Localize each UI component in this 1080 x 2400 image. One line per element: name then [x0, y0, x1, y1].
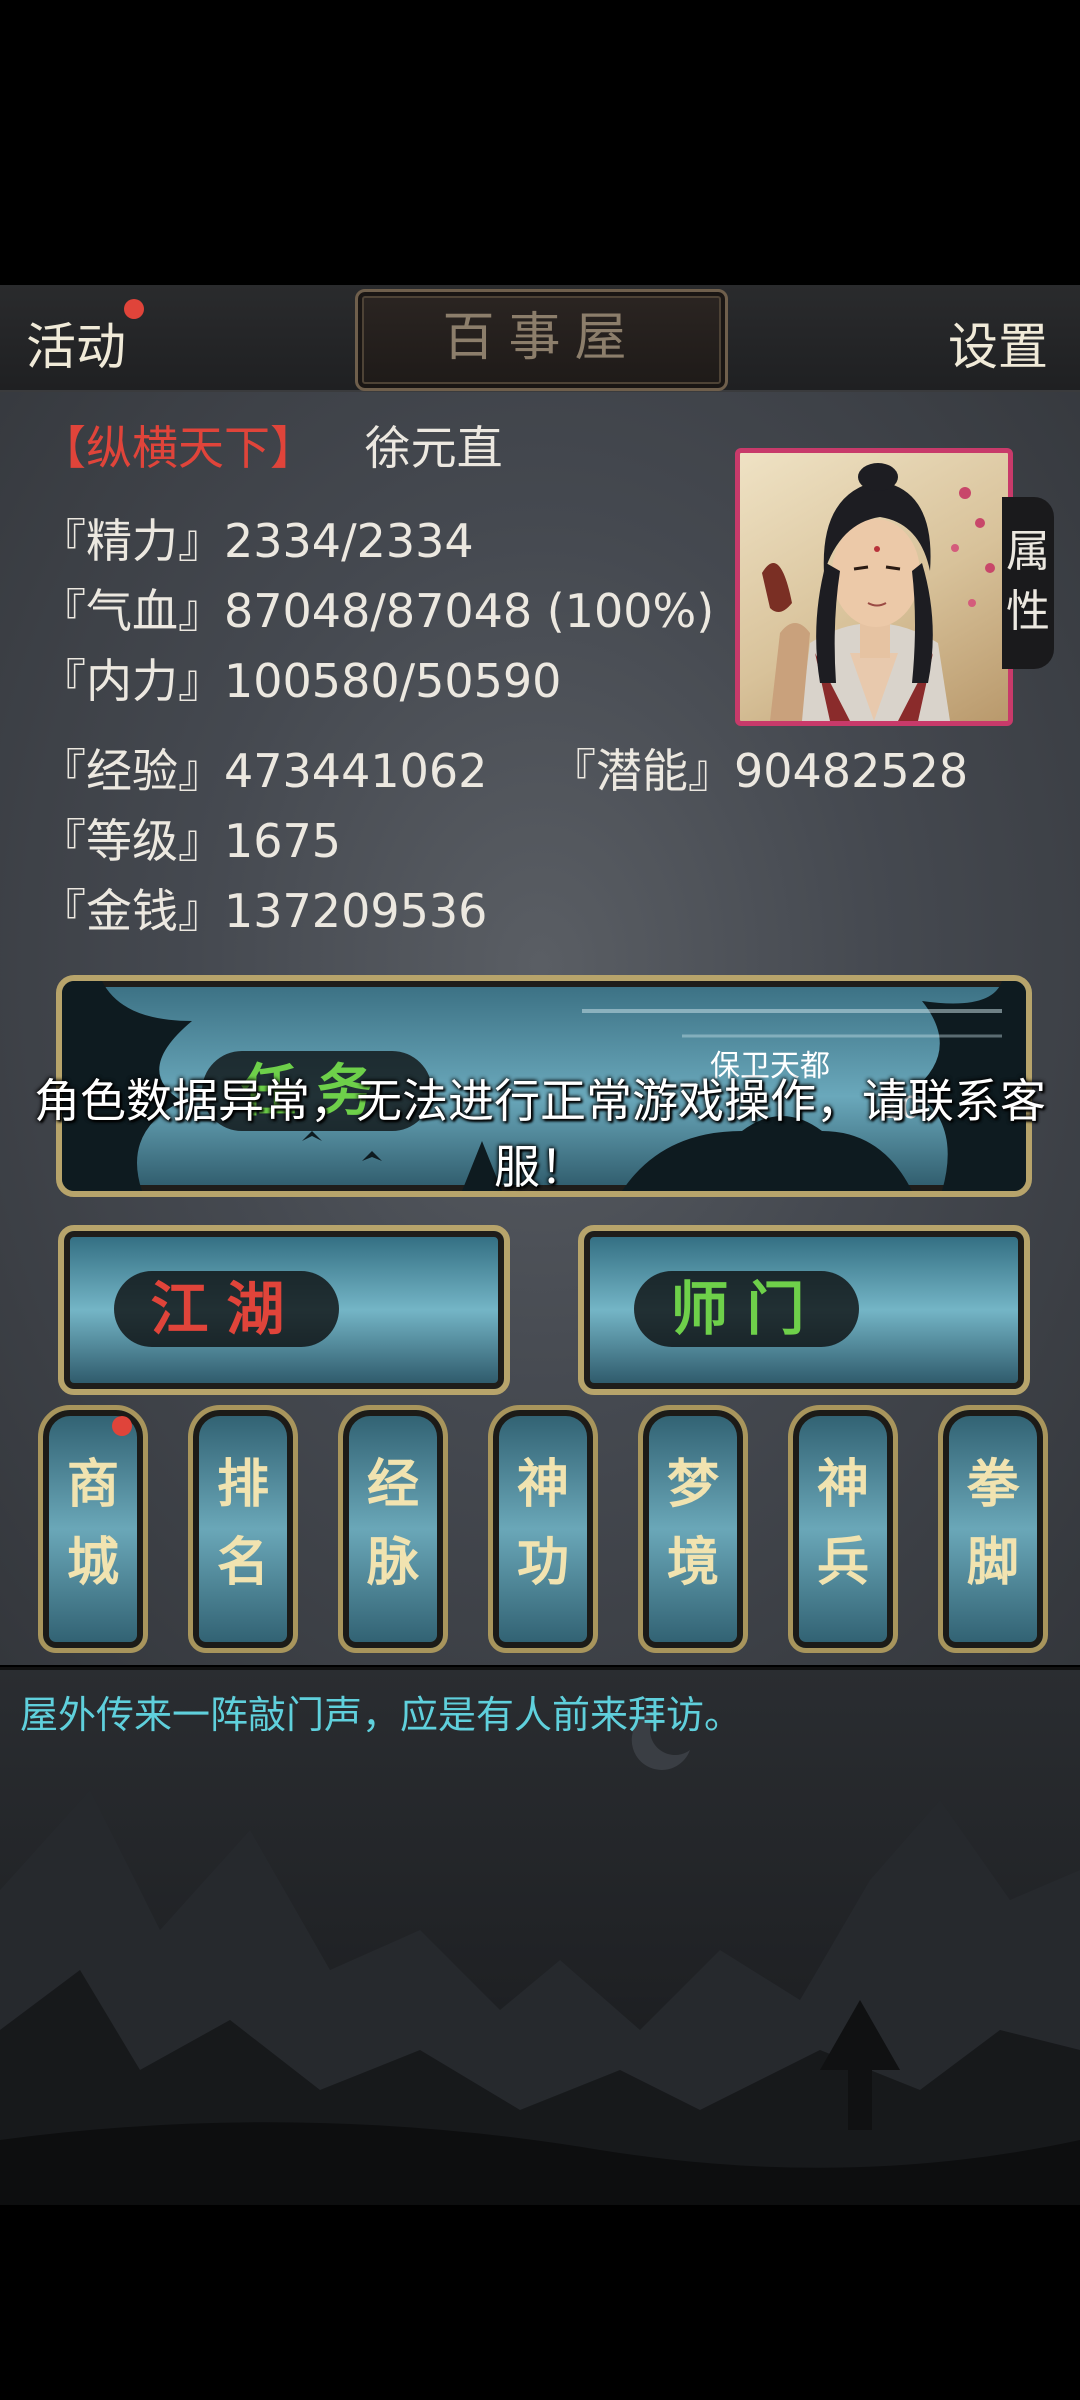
attributes-tab-char-2: 性: [1006, 586, 1050, 637]
menu-shop-button[interactable]: 商 城: [38, 1405, 148, 1653]
shimen-label: 师门: [634, 1271, 859, 1347]
activity-label: 活动: [26, 318, 126, 376]
character-name: 徐元直: [364, 421, 503, 475]
menu-meridian-button[interactable]: 经 脉: [338, 1405, 448, 1653]
log-message: 屋外传来一阵敲门声，应是有人前来拜访。: [20, 1693, 743, 1737]
character-portrait-art: [762, 463, 995, 721]
menu-divine-skill-char-2: 功: [516, 1532, 569, 1593]
stat-internal-power: 『内力』100580/50590: [40, 654, 562, 708]
scene-log-panel: 屋外传来一阵敲门声，应是有人前来拜访。: [0, 1667, 1080, 2205]
faction-name: 【纵横天下】: [40, 421, 316, 475]
menu-divine-weapon-char-2: 兵: [816, 1532, 869, 1593]
menu-fist-kick-button[interactable]: 拳 脚: [938, 1405, 1048, 1653]
attributes-tab[interactable]: 属 性: [1002, 497, 1054, 669]
stat-energy: 『精力』2334/2334: [40, 514, 474, 568]
error-message: 角色数据异常，无法进行正常游戏操作，请联系客 服！: [0, 1068, 1080, 1200]
menu-fist-kick-char-2: 脚: [966, 1532, 1019, 1593]
menu-fist-kick-char-1: 拳: [966, 1454, 1019, 1515]
character-portrait[interactable]: [735, 448, 1013, 726]
menu-ranking-char-1: 排: [216, 1454, 269, 1515]
shop-notification-dot: [112, 1416, 132, 1436]
page-title: 百事屋: [355, 289, 728, 391]
menu-meridian-char-1: 经: [366, 1454, 419, 1515]
error-message-line-1: 角色数据异常，无法进行正常游戏操作，请联系客: [34, 1074, 1046, 1128]
activity-notification-dot: [124, 299, 144, 319]
menu-shop-char-1: 商: [66, 1454, 119, 1515]
activity-button[interactable]: 活动: [26, 307, 126, 379]
menu-meridian-char-2: 脉: [366, 1532, 419, 1593]
stat-potential: 『潜能』90482528: [550, 744, 969, 798]
menu-divine-skill-char-1: 神: [516, 1454, 569, 1515]
menu-dreamland-char-1: 梦: [666, 1454, 719, 1515]
error-message-line-2: 服！: [494, 1140, 586, 1194]
shimen-button[interactable]: 师门: [578, 1225, 1030, 1395]
menu-divine-weapon-button[interactable]: 神 兵: [788, 1405, 898, 1653]
menu-divine-skill-button[interactable]: 神 功: [488, 1405, 598, 1653]
menu-dreamland-button[interactable]: 梦 境: [638, 1405, 748, 1653]
stat-hp: 『气血』87048/87048 (100%): [40, 584, 715, 638]
settings-button[interactable]: 设置: [948, 307, 1048, 379]
jianghu-label: 江湖: [114, 1271, 339, 1347]
jianghu-button[interactable]: 江湖: [58, 1225, 510, 1395]
character-header: 【纵横天下】 徐元直: [40, 412, 503, 478]
menu-ranking-char-2: 名: [216, 1532, 269, 1593]
top-bar: 活动 百事屋 设置: [0, 285, 1080, 392]
stat-money: 『金钱』137209536: [40, 884, 488, 938]
menu-ranking-button[interactable]: 排 名: [188, 1405, 298, 1653]
menu-divine-weapon-char-1: 神: [816, 1454, 869, 1515]
stat-level: 『等级』1675: [40, 814, 342, 868]
menu-dreamland-char-2: 境: [666, 1532, 719, 1593]
attributes-tab-char-1: 属: [1006, 526, 1050, 577]
mountain-scenery: [0, 1710, 1080, 2205]
settings-label: 设置: [948, 318, 1048, 376]
menu-shop-char-2: 城: [66, 1532, 119, 1593]
stat-experience: 『经验』473441062: [40, 744, 488, 798]
